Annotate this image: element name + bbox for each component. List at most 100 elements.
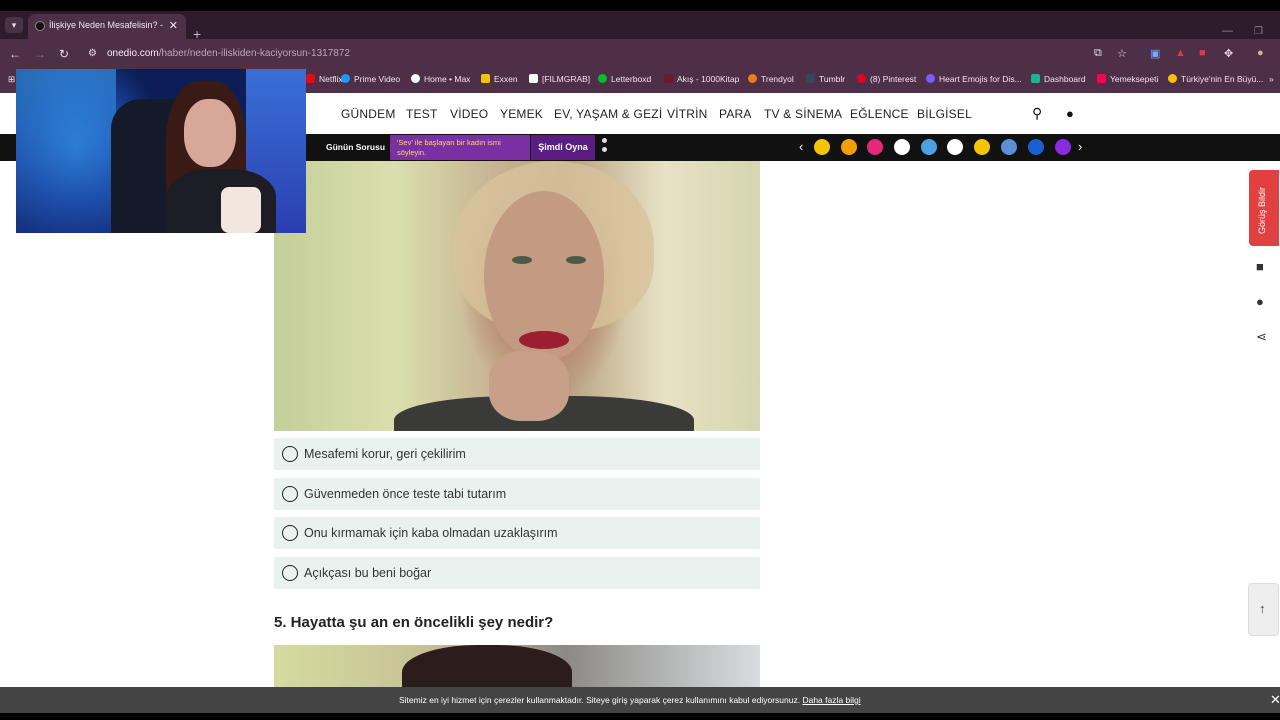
screen-top-border (0, 0, 1280, 11)
answer-option[interactable]: Güvenmeden önce teste tabi tutarım (274, 478, 760, 510)
yemeksepeti-icon (1097, 74, 1106, 83)
feedback-button[interactable]: Görüş Bildir (1249, 170, 1279, 246)
pinterest-icon (857, 74, 866, 83)
bookmark-pinterest[interactable]: (8) Pinterest (857, 74, 916, 84)
bookmark-1000kitap[interactable]: Akış - 1000Kitap (664, 74, 739, 84)
game-badge-icon[interactable] (867, 139, 883, 155)
answer-option[interactable]: Onu kırmamak için kaba olmadan uzaklaşır… (274, 517, 760, 549)
game-badge-icon[interactable] (894, 139, 910, 155)
1000kitap-icon (664, 74, 673, 83)
bookmark-netflix[interactable]: Netflix (306, 74, 343, 84)
nav-ev-yasam-gezi[interactable]: EV, YAŞAM & GEZİ (554, 107, 662, 121)
back-arrow-icon[interactable]: ← (9, 47, 21, 61)
carousel-dots[interactable] (602, 138, 607, 156)
game-badge-icon[interactable] (947, 139, 963, 155)
install-app-icon[interactable]: ⧉ (1094, 47, 1102, 60)
daily-question-label: Günün Sorusu (326, 142, 386, 152)
bookmark-trendyol[interactable]: Trendyol (748, 74, 794, 84)
trendyol-icon (748, 74, 757, 83)
answer-option[interactable]: Mesafemi korur, geri çekilirim (274, 438, 760, 470)
bookmark-letterboxd[interactable]: Letterboxd (598, 74, 651, 84)
profile-avatar-icon[interactable]: ● (1257, 47, 1264, 59)
extensions-puzzle-icon[interactable]: ✥ (1224, 47, 1233, 60)
browser-tab-active[interactable]: İlişkiye Neden Mesafelisin? - O ✕ (28, 14, 186, 39)
play-now-button[interactable]: Şimdi Oyna (531, 135, 595, 160)
bookmark-heart-emojis[interactable]: Heart Emojis for Dis... (926, 74, 1022, 84)
carousel-next-icon[interactable]: › (1078, 139, 1082, 154)
bookmark-icon[interactable]: ■ (1256, 259, 1264, 274)
site-info-icon[interactable]: ⚙ (88, 48, 97, 59)
bookmark-turkiye[interactable]: Türkiye'nin En Büyü... (1168, 74, 1263, 84)
game-badge-icon[interactable] (974, 139, 990, 155)
nav-bilgisel[interactable]: BİLGİSEL (917, 107, 972, 121)
site-favicon-icon (35, 21, 45, 31)
cookie-close-icon[interactable]: ✕ (1270, 692, 1280, 708)
nav-para[interactable]: PARA (719, 107, 752, 121)
bookmark-max[interactable]: Home • Max (411, 74, 470, 84)
nav-vitrin[interactable]: VİTRİN (667, 107, 708, 121)
screen-bottom-border (0, 713, 1280, 720)
scroll-to-top-button[interactable]: ↑ (1248, 583, 1279, 636)
reload-icon[interactable]: ↻ (59, 47, 69, 61)
max-icon (411, 74, 420, 83)
bookmark-filmgrab[interactable]: [FILMGRAB] (529, 74, 590, 84)
forward-arrow-icon[interactable]: → (34, 47, 46, 61)
game-badge-icon[interactable] (1028, 139, 1044, 155)
bookmark-exxen[interactable]: Exxen (481, 74, 518, 84)
user-account-icon[interactable]: ● (1066, 106, 1074, 121)
radio-button[interactable] (282, 525, 298, 541)
address-bar-row: ← → ↻ ⚙ onedio.com/haber/neden-iliskiden… (0, 39, 1280, 69)
search-icon[interactable]: ⚲ (1032, 105, 1042, 122)
red-extension-icon[interactable]: ▲ (1175, 47, 1186, 59)
bookmark-dashboard[interactable]: Dashboard (1031, 74, 1086, 84)
game-badge-icon[interactable] (841, 139, 857, 155)
cookie-more-info-link[interactable]: Daha fazla bilgi (802, 695, 860, 705)
more-bookmarks-icon[interactable]: » (1269, 74, 1274, 84)
window-minimize-icon[interactable]: — (1222, 25, 1233, 37)
browser-tabstrip: ▾ İlişkiye Neden Mesafelisin? - O ✕ + — … (0, 11, 1280, 42)
radio-button[interactable] (282, 565, 298, 581)
url-field[interactable]: onedio.com/haber/neden-iliskiden-kaciyor… (107, 48, 350, 59)
question-image-man (274, 645, 760, 687)
window-restore-icon[interactable]: ❐ (1254, 26, 1263, 37)
answer-option-label: Açıkçası bu beni boğar (304, 566, 432, 580)
nav-tv-sinema[interactable]: TV & SİNEMA (764, 107, 842, 121)
answer-option[interactable]: Açıkçası bu beni boğar (274, 557, 760, 589)
question-heading: 5. Hayatta şu an en öncelikli şey nedir? (274, 614, 554, 631)
nav-eglence[interactable]: EĞLENCE (850, 107, 909, 121)
answer-option-label: Mesafemi korur, geri çekilirim (304, 447, 466, 461)
answer-option-label: Güvenmeden önce teste tabi tutarım (304, 487, 507, 501)
letterboxd-icon (598, 74, 607, 83)
bookmark-star-icon[interactable]: ☆ (1117, 47, 1127, 60)
turkiye-site-icon (1168, 74, 1177, 83)
tab-close-icon[interactable]: ✕ (169, 19, 178, 32)
prime-video-icon (341, 74, 350, 83)
game-badge-icon[interactable] (921, 139, 937, 155)
carousel-prev-icon[interactable]: ‹ (799, 139, 803, 154)
daily-question-text: 'Sev' ile başlayan bir kadın ismi söyley… (390, 135, 530, 160)
share-icon[interactable]: ⋖ (1256, 329, 1267, 345)
radio-button[interactable] (282, 446, 298, 462)
tumblr-icon (806, 74, 815, 83)
radio-button[interactable] (282, 486, 298, 502)
game-badge-icon[interactable] (1001, 139, 1017, 155)
cookie-banner: Sitemiz en iyi hizmet için çerezler kull… (0, 687, 1280, 713)
arrow-up-icon: ↑ (1259, 601, 1266, 616)
nav-yemek[interactable]: YEMEK (500, 107, 543, 121)
counter-extension-icon[interactable]: ■ (1199, 47, 1206, 59)
game-badge-icon[interactable] (1055, 139, 1071, 155)
bookmark-tumblr[interactable]: Tumblr (806, 74, 845, 84)
nav-video[interactable]: VİDEO (450, 107, 488, 121)
apps-grid-icon[interactable]: ⊞ (8, 74, 15, 85)
comments-icon[interactable]: ● (1256, 294, 1264, 309)
question-image-woman (274, 161, 760, 431)
tab-search-button[interactable]: ▾ (5, 17, 23, 33)
bookmark-yemeksepeti[interactable]: Yemeksepeti (1097, 74, 1158, 84)
translate-extension-icon[interactable]: ▣ (1150, 47, 1160, 60)
bookmark-prime-video[interactable]: Prime Video (341, 74, 400, 84)
nav-test[interactable]: TEST (406, 107, 437, 121)
emoji-badge-icon[interactable] (814, 139, 830, 155)
discord-icon (926, 74, 935, 83)
tab-title: İlişkiye Neden Mesafelisin? - O (49, 20, 164, 30)
nav-gundem[interactable]: GÜNDEM (341, 107, 396, 121)
